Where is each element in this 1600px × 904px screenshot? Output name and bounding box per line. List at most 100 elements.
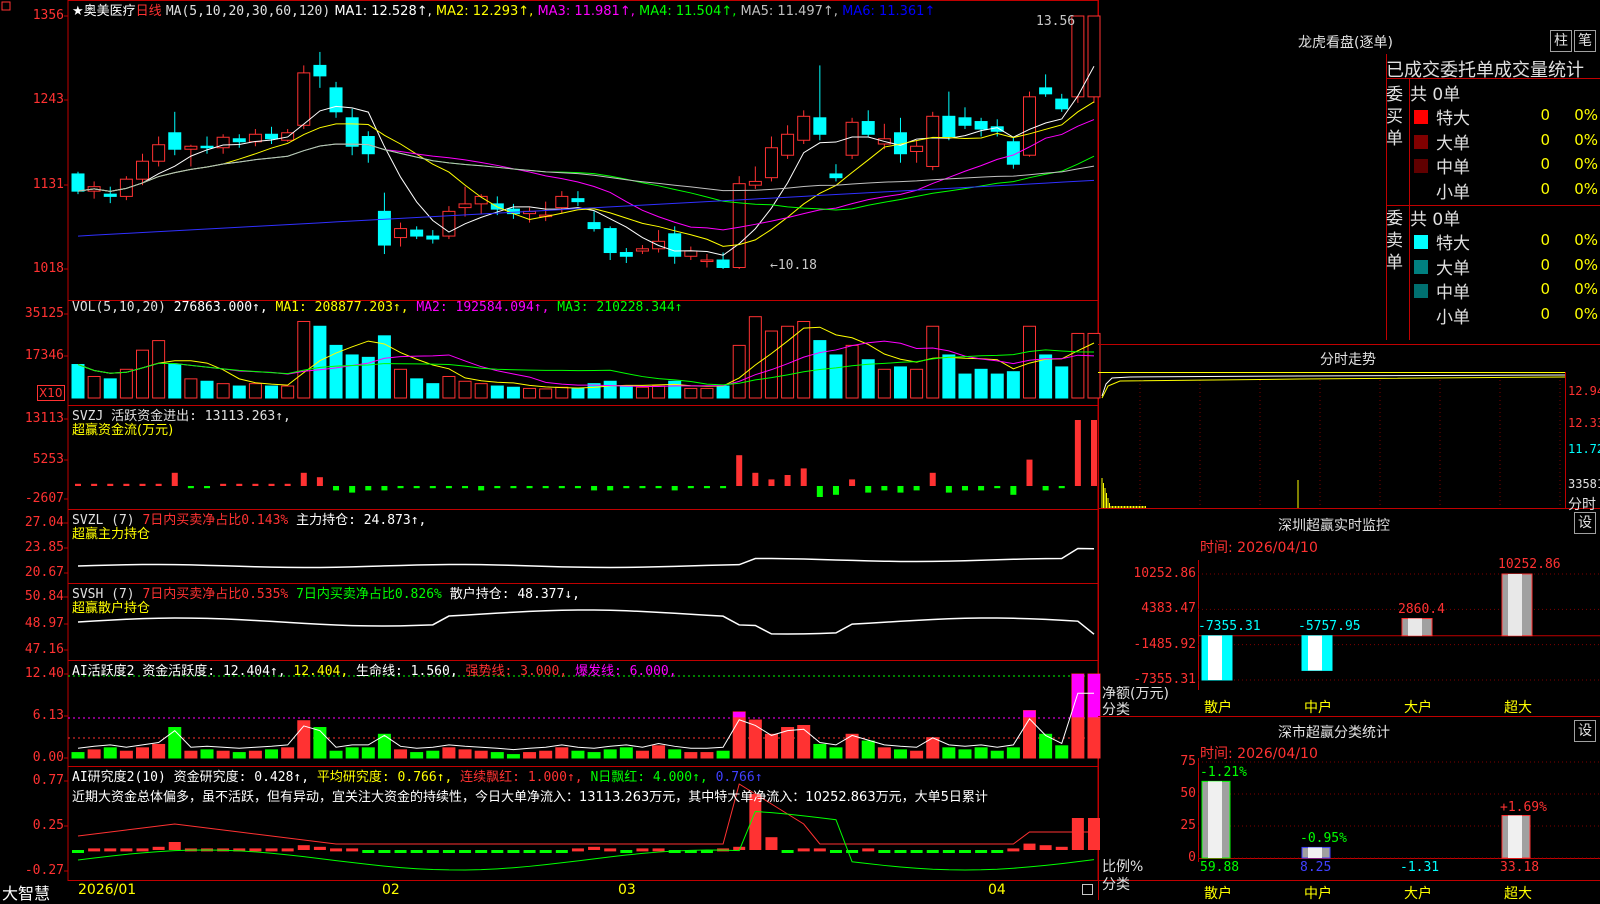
research-bar[interactable] — [958, 850, 971, 853]
research-bar[interactable] — [975, 850, 988, 853]
volume-bar[interactable] — [571, 387, 585, 399]
volume-bar[interactable] — [458, 380, 472, 399]
candle-body[interactable] — [71, 173, 85, 192]
activity-bar[interactable] — [1006, 747, 1020, 759]
volume-bar[interactable] — [281, 385, 295, 399]
flow-bar[interactable] — [220, 483, 227, 486]
activity-bar[interactable] — [281, 747, 295, 759]
research-bar[interactable] — [249, 848, 262, 852]
research-bar[interactable] — [136, 848, 149, 852]
volume-bar[interactable] — [942, 354, 956, 399]
candle-body[interactable] — [1055, 98, 1069, 110]
research-bar[interactable] — [991, 850, 1004, 853]
flow-bar[interactable] — [865, 486, 872, 493]
research-bar[interactable] — [88, 848, 101, 852]
candle-body[interactable] — [748, 180, 762, 186]
activity-bar[interactable] — [668, 749, 682, 759]
candle-body[interactable] — [136, 160, 150, 180]
volume-bar[interactable] — [1039, 354, 1053, 399]
activity-bar[interactable] — [345, 747, 359, 759]
activity-bar[interactable] — [571, 750, 585, 759]
research-bar[interactable] — [152, 846, 165, 850]
volume-bar[interactable] — [394, 368, 408, 399]
volume-bar[interactable] — [1055, 366, 1069, 399]
candle-body[interactable] — [200, 145, 214, 149]
candle-body[interactable] — [103, 193, 117, 197]
candle-body[interactable] — [426, 235, 440, 240]
candle-body[interactable] — [1039, 87, 1053, 95]
research-bar[interactable] — [362, 850, 375, 853]
flow-bar[interactable] — [365, 486, 372, 491]
star-icon[interactable]: ★ — [72, 4, 84, 19]
activity-bar[interactable] — [410, 752, 424, 759]
activity-bar[interactable] — [861, 740, 875, 759]
activity-bar[interactable] — [71, 752, 85, 759]
volume-bar[interactable] — [1071, 332, 1085, 399]
activity-bar[interactable] — [587, 752, 601, 759]
research-bar[interactable] — [104, 848, 117, 852]
activity-bar[interactable] — [200, 749, 214, 759]
volume-bar[interactable] — [619, 385, 633, 399]
activity-bar[interactable] — [684, 752, 698, 759]
volume-bar[interactable] — [845, 344, 859, 399]
volume-bar[interactable] — [764, 330, 778, 399]
candle-body[interactable] — [781, 133, 795, 156]
activity-bar[interactable] — [119, 750, 133, 759]
research-bar[interactable] — [862, 848, 875, 852]
flow-bar[interactable] — [397, 486, 404, 489]
research-bar[interactable] — [330, 848, 343, 852]
flow-bar[interactable] — [1026, 459, 1033, 486]
volume-bar[interactable] — [732, 344, 746, 399]
stock-name[interactable]: 奥美医疗 — [84, 4, 136, 19]
research-bar[interactable] — [297, 845, 310, 850]
volume-bar[interactable] — [797, 320, 811, 399]
candle-body[interactable] — [313, 64, 327, 77]
volume-bar[interactable] — [603, 380, 617, 399]
flow-bar[interactable] — [913, 486, 920, 491]
activity-bar[interactable] — [942, 747, 956, 759]
volume-bar[interactable] — [748, 316, 762, 399]
research-bar[interactable] — [942, 850, 955, 853]
volume-bar[interactable] — [974, 368, 988, 399]
flow-bar[interactable] — [574, 486, 581, 489]
activity-bar[interactable] — [490, 752, 504, 759]
volume-bar[interactable] — [490, 385, 504, 399]
volume-bar[interactable] — [265, 385, 279, 399]
volume-bar[interactable] — [168, 364, 182, 399]
candle-body[interactable] — [797, 115, 811, 141]
candle-body[interactable] — [232, 138, 246, 143]
flow-bar[interactable] — [849, 479, 856, 486]
flow-bar[interactable] — [655, 486, 662, 489]
volume-bar[interactable] — [926, 325, 940, 399]
volume-bar[interactable] — [136, 349, 150, 399]
candle-body[interactable] — [942, 115, 956, 138]
flow-bar[interactable] — [462, 486, 469, 489]
candle-body[interactable] — [603, 228, 617, 254]
order-stats-tab[interactable]: 已成交委托单成交量统计 — [1386, 56, 1600, 82]
volume-bar[interactable] — [958, 373, 972, 399]
volume-bar[interactable] — [248, 383, 262, 399]
volume-bar[interactable] — [877, 368, 891, 399]
research-bar[interactable] — [168, 842, 181, 850]
activity-bar[interactable] — [958, 749, 972, 759]
flow-bar[interactable] — [703, 486, 710, 489]
volume-bar[interactable] — [861, 359, 875, 399]
candle-body[interactable] — [861, 121, 875, 135]
research-bar[interactable] — [926, 850, 939, 853]
activity-bar[interactable] — [442, 747, 456, 759]
research-bar[interactable] — [313, 846, 326, 850]
flow-bar[interactable] — [75, 483, 81, 486]
research-bar[interactable] — [281, 848, 294, 852]
flow-bar[interactable] — [784, 475, 791, 486]
volume-bar[interactable] — [539, 388, 553, 399]
flow-bar[interactable] — [1091, 420, 1097, 486]
volume-bar[interactable] — [587, 383, 601, 399]
activity-bar[interactable] — [555, 747, 569, 759]
bar-mode-button[interactable]: 柱 — [1550, 30, 1572, 52]
sz-settings-button[interactable]: 设 — [1574, 512, 1596, 534]
flow-bar[interactable] — [300, 472, 307, 486]
research-bar[interactable] — [636, 848, 649, 852]
flow-bar[interactable] — [429, 486, 436, 489]
volume-bar[interactable] — [474, 383, 488, 399]
candle-body[interactable] — [555, 195, 569, 209]
